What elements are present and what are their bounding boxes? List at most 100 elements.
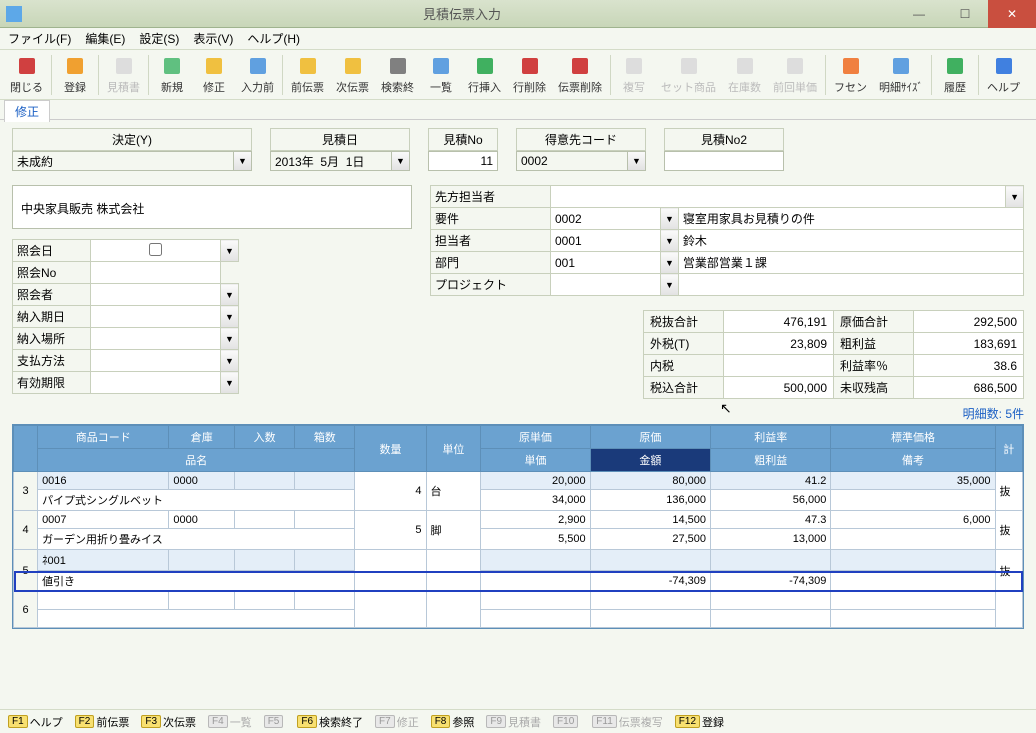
dept-text[interactable]: 営業部営業１課: [678, 252, 1023, 274]
toolbar-icon: [247, 55, 269, 77]
menu-file[interactable]: ファイル(F): [8, 30, 71, 47]
fkey-label: ヘルプ: [30, 714, 63, 730]
function-key[interactable]: F3次伝票: [141, 714, 196, 730]
subject-text[interactable]: 寝室用家具お見積りの件: [678, 208, 1023, 230]
toolbar-button[interactable]: フセン: [828, 52, 873, 98]
dropdown-icon[interactable]: ▼: [221, 372, 239, 394]
fkey-label: 登録: [702, 714, 724, 730]
function-key: F7修正: [375, 714, 419, 730]
toolbar-button[interactable]: 入力前: [235, 52, 280, 98]
toolbar-button: 在庫数: [722, 52, 767, 98]
toolbar-button[interactable]: 新規: [151, 52, 193, 98]
minimize-button[interactable]: —: [896, 0, 942, 28]
toolbar-button[interactable]: 修正: [193, 52, 235, 98]
dropdown-icon[interactable]: ▼: [661, 252, 679, 274]
toolbar-icon: [890, 55, 912, 77]
toolbar-icon: [161, 55, 183, 77]
rep-text[interactable]: 鈴木: [678, 230, 1023, 252]
toolbar-icon: [519, 55, 541, 77]
toolbar-icon: [342, 55, 364, 77]
dropdown-icon[interactable]: ▼: [221, 240, 239, 262]
toolbar-button[interactable]: 検索終: [375, 52, 420, 98]
delivery-place-label: 納入場所: [13, 328, 91, 350]
estimate-date-input[interactable]: [270, 151, 392, 171]
toolbar-button[interactable]: 履歴: [934, 52, 976, 98]
toolbar-label: 閉じる: [10, 79, 43, 95]
dropdown-icon[interactable]: ▼: [221, 284, 239, 306]
toolbar-icon: [387, 55, 409, 77]
toolbar-button[interactable]: 伝票削除: [552, 52, 608, 98]
inquiry-date-check[interactable]: [95, 243, 216, 256]
customer-code-input[interactable]: [516, 151, 628, 171]
toolbar-label: 次伝票: [336, 79, 369, 95]
toolbar-icon: [734, 55, 756, 77]
toolbar-icon: [297, 55, 319, 77]
mode-tab[interactable]: 修正: [4, 100, 50, 122]
maximize-button[interactable]: ☐: [942, 0, 988, 28]
fkey-badge: F2: [75, 715, 95, 728]
menu-view[interactable]: 表示(V): [193, 30, 233, 47]
dropdown-icon[interactable]: ▼: [221, 328, 239, 350]
toolbar-button[interactable]: 一覧: [420, 52, 462, 98]
estimate-no-value[interactable]: 11: [428, 151, 498, 171]
customer-code-label: 得意先コード: [516, 128, 646, 151]
toolbar-icon: [784, 55, 806, 77]
toolbar-button[interactable]: 次伝票: [330, 52, 375, 98]
estimate-no-label: 見積No: [428, 128, 498, 151]
table-row[interactable]: ガーデン用折り畳みイス 5,500 27,500 13,000: [14, 529, 1023, 550]
toolbar-icon: [203, 55, 225, 77]
decision-input[interactable]: [12, 151, 234, 171]
menu-settings[interactable]: 設定(S): [139, 30, 179, 47]
rep-code[interactable]: 0001: [551, 230, 661, 252]
toolbar-button: 複写: [613, 52, 655, 98]
dropdown-icon[interactable]: ▼: [221, 306, 239, 328]
toolbar-icon: [430, 55, 452, 77]
function-key[interactable]: F1ヘルプ: [8, 714, 63, 730]
toolbar-icon: [113, 55, 135, 77]
function-key[interactable]: F2前伝票: [75, 714, 130, 730]
dept-code[interactable]: 001: [551, 252, 661, 274]
estimate-no2-value[interactable]: [664, 151, 784, 171]
toolbar-button[interactable]: 明細ｻｲｽﾞ: [873, 52, 929, 98]
menubar: ファイル(F) 編集(E) 設定(S) 表示(V) ヘルプ(H): [0, 28, 1036, 50]
toolbar-button[interactable]: ヘルプ: [981, 52, 1026, 98]
detail-grid[interactable]: 商品コード 倉庫 入数 箱数 数量 単位 原単価 原価 利益率 標準価格 計 品…: [12, 424, 1024, 629]
table-row[interactable]: 6: [14, 592, 1023, 610]
dropdown-icon[interactable]: ▼: [661, 274, 679, 296]
dropdown-icon[interactable]: ▼: [392, 151, 410, 171]
close-button[interactable]: ✕: [988, 0, 1036, 28]
dropdown-icon[interactable]: ▼: [221, 350, 239, 372]
fkey-badge: F8: [431, 715, 451, 728]
toolbar-label: 登録: [64, 79, 86, 95]
dropdown-icon[interactable]: ▼: [661, 208, 679, 230]
inquiry-date-label: 照会日: [13, 240, 91, 262]
toolbar-button[interactable]: 行削除: [507, 52, 552, 98]
function-key[interactable]: F12登録: [675, 714, 724, 730]
dropdown-icon[interactable]: ▼: [234, 151, 252, 171]
function-key: F4一覧: [208, 714, 252, 730]
toolbar-button[interactable]: 閉じる: [4, 52, 49, 98]
table-row[interactable]: 値引き -74,309 -74,309: [14, 571, 1023, 592]
dropdown-icon[interactable]: ▼: [628, 151, 646, 171]
function-key[interactable]: F8参照: [431, 714, 475, 730]
menu-edit[interactable]: 編集(E): [85, 30, 125, 47]
menu-help[interactable]: ヘルプ(H): [247, 30, 300, 47]
fkey-label: 一覧: [230, 714, 252, 730]
table-row[interactable]: 5 ﾈ001 抜: [14, 550, 1023, 571]
dropdown-icon[interactable]: ▼: [1006, 186, 1024, 208]
table-row[interactable]: 4 0007 0000 5 脚 2,900 14,500 47.3 6,000 …: [14, 511, 1023, 529]
toolbar-button[interactable]: 登録: [54, 52, 96, 98]
function-key[interactable]: F6検索終了: [297, 714, 363, 730]
toolbar-label: セット商品: [661, 79, 716, 95]
subject-code[interactable]: 0002: [551, 208, 661, 230]
table-row[interactable]: パイプ式シングルベット 34,000 136,000 56,000: [14, 490, 1023, 511]
table-row[interactable]: 3 0016 0000 4 台 20,000 80,000 41.2 35,00…: [14, 472, 1023, 490]
table-row[interactable]: [14, 610, 1023, 628]
toolbar-button[interactable]: 行挿入: [462, 52, 507, 98]
dropdown-icon[interactable]: ▼: [661, 230, 679, 252]
toolbar-label: 修正: [203, 79, 225, 95]
toolbar-button[interactable]: 前伝票: [285, 52, 330, 98]
fkey-label: 伝票複写: [619, 714, 663, 730]
toolbar-label: フセン: [834, 79, 867, 95]
fkey-label: 検索終了: [319, 714, 363, 730]
